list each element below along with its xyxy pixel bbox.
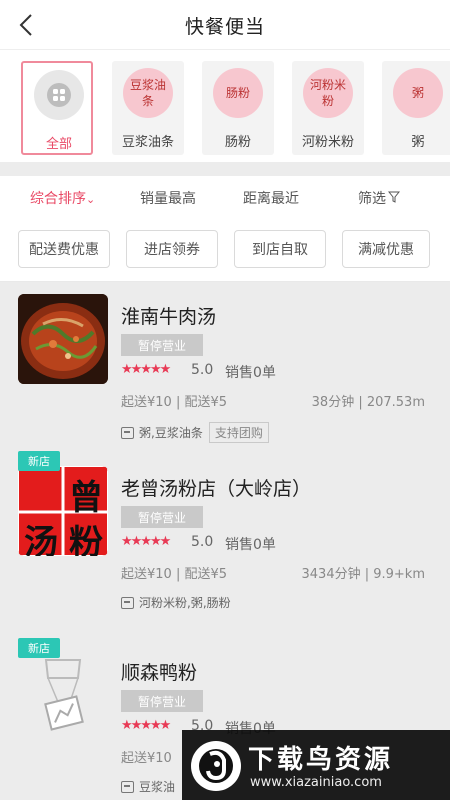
sales-count: 销售0单: [225, 537, 276, 553]
new-store-badge: 新店: [18, 451, 60, 471]
tag-delivery-discount[interactable]: 配送费优惠: [18, 230, 110, 268]
filter-icon: [387, 191, 401, 203]
shop-card[interactable]: 新店 曾 汤 粉 老曾汤粉店（大岭店） 暂停营业 ★★★★★ 5.0 销售0单 …: [0, 451, 450, 626]
category-circle: 粥: [393, 68, 443, 118]
shop-category-text: 豆浆油: [139, 780, 176, 794]
shop-categories: 粥,豆浆油条 支持团购: [121, 422, 269, 443]
category-label: 河粉米粉: [301, 135, 354, 150]
section-divider: [0, 162, 450, 176]
sort-comprehensive[interactable]: 综合排序⌄: [30, 188, 95, 208]
tag-pickup[interactable]: 到店自取: [234, 230, 326, 268]
category-bar: 全部 豆浆油条 豆浆油条 肠粉 肠粉 河粉米粉 河粉米粉 粥 粥: [0, 50, 450, 162]
chevron-down-icon: ⌄: [86, 193, 96, 206]
category-zhou[interactable]: 粥 粥: [382, 61, 450, 155]
shop-thumbnail: [18, 650, 108, 740]
category-circle: 豆浆油条: [123, 68, 173, 118]
shop-thumbnail: [18, 294, 108, 384]
store-icon: [121, 596, 134, 609]
rating-value: 5.0: [191, 362, 214, 378]
tag-full-reduction[interactable]: 满减优惠: [342, 230, 430, 268]
category-label: 豆浆油条: [121, 135, 174, 150]
category-doujiang-youtiao[interactable]: 豆浆油条 豆浆油条: [112, 61, 184, 155]
shop-name: 老曾汤粉店（大岭店）: [121, 478, 312, 500]
delivery-time-distance: 3434分钟 | 9.9+km: [301, 567, 426, 582]
grid-icon: [47, 83, 71, 107]
shop-category-text: 粥,豆浆油条: [139, 426, 203, 440]
shop-categories: 河粉米粉,粥,肠粉: [121, 594, 231, 611]
logo-char-2: 汤: [24, 523, 58, 556]
category-label: 肠粉: [224, 135, 251, 150]
watermark-url: www.xiazainiao.com: [250, 775, 382, 790]
shop-name: 顺森鸭粉: [121, 662, 198, 684]
category-hefen-mifen[interactable]: 河粉米粉 河粉米粉: [292, 61, 364, 155]
status-badge: 暂停营业: [121, 690, 203, 712]
sales-count: 销售0单: [225, 365, 276, 381]
delivery-fee: 起送¥10 | 配送¥5: [121, 567, 227, 582]
filter-label: 筛选: [358, 191, 386, 207]
category-all[interactable]: 全部: [21, 61, 93, 155]
new-store-badge: 新店: [18, 638, 60, 658]
watermark-logo-icon: [191, 741, 241, 791]
shop-name: 淮南牛肉汤: [121, 306, 217, 328]
star-rating-icon: ★★★★★: [121, 362, 171, 377]
shop-categories: 豆浆油: [121, 778, 175, 795]
shop-thumbnail: 曾 汤 粉: [18, 466, 108, 556]
tag-store-coupon[interactable]: 进店领券: [126, 230, 218, 268]
status-badge: 暂停营业: [121, 506, 203, 528]
star-rating-icon: ★★★★★: [121, 534, 171, 549]
category-circle: 河粉米粉: [303, 68, 353, 118]
promo-tags: 配送费优惠 进店领券 到店自取 满减优惠: [0, 220, 450, 282]
delivery-fee: 起送¥10: [121, 751, 172, 766]
store-icon: [121, 426, 134, 439]
group-buy-badge: 支持团购: [208, 422, 269, 443]
watermark: 下载鸟资源 www.xiazainiao.com: [182, 730, 450, 800]
logo-char-1: 曾: [69, 478, 103, 518]
sort-comprehensive-label: 综合排序: [30, 191, 86, 207]
store-icon: [121, 780, 134, 793]
sort-bar: 综合排序⌄ 销量最高 距离最近 筛选: [0, 176, 450, 220]
category-circle: 肠粉: [213, 68, 263, 118]
beef-soup-image: [18, 294, 108, 384]
logo-char-3: 粉: [69, 523, 103, 556]
page-title: 快餐便当: [184, 16, 265, 38]
category-changfen[interactable]: 肠粉 肠粉: [202, 61, 274, 155]
star-rating-icon: ★★★★★: [121, 718, 171, 733]
top-bar: 快餐便当: [0, 0, 450, 50]
category-label: 全部: [45, 137, 72, 152]
shop-card[interactable]: 淮南牛肉汤 暂停营业 ★★★★★ 5.0 销售0单 起送¥10 | 配送¥5 3…: [0, 282, 450, 454]
delivery-time-distance: 38分钟 | 207.53m: [311, 395, 425, 410]
sort-sales[interactable]: 销量最高: [140, 188, 196, 208]
sort-distance[interactable]: 距离最近: [243, 188, 299, 208]
watermark-title: 下载鸟资源: [248, 745, 394, 775]
delivery-fee: 起送¥10 | 配送¥5: [121, 395, 227, 410]
category-label: 粥: [411, 135, 425, 150]
image-placeholder-icon: [18, 650, 108, 740]
status-badge: 暂停营业: [121, 334, 203, 356]
category-circle: [34, 70, 84, 120]
filter-button[interactable]: 筛选: [358, 188, 401, 208]
shop-list: 淮南牛肉汤 暂停营业 ★★★★★ 5.0 销售0单 起送¥10 | 配送¥5 3…: [0, 282, 450, 800]
rating-value: 5.0: [191, 534, 214, 550]
shop-category-text: 河粉米粉,粥,肠粉: [139, 596, 231, 610]
